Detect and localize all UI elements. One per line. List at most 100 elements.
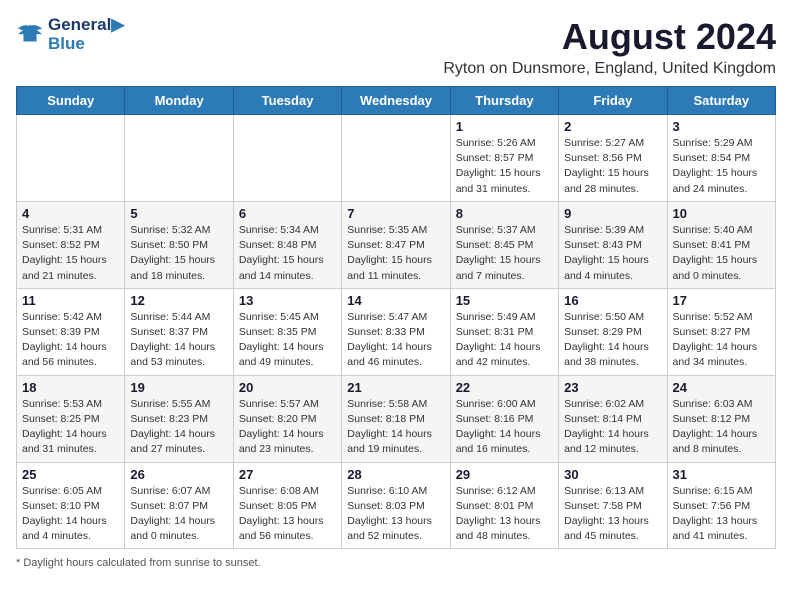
day-cell: 12 Sunrise: 5:44 AM Sunset: 8:37 PM Dayli…	[125, 288, 233, 375]
calendar-header-row: SundayMondayTuesdayWednesdayThursdayFrid…	[17, 87, 776, 115]
day-info: Sunrise: 5:45 AM Sunset: 8:35 PM Dayligh…	[239, 310, 336, 371]
day-cell	[342, 115, 450, 202]
day-info: Sunrise: 5:52 AM Sunset: 8:27 PM Dayligh…	[673, 310, 770, 371]
col-header-friday: Friday	[559, 87, 667, 115]
day-info: Sunrise: 6:07 AM Sunset: 8:07 PM Dayligh…	[130, 484, 227, 545]
col-header-saturday: Saturday	[667, 87, 775, 115]
day-info: Sunrise: 5:49 AM Sunset: 8:31 PM Dayligh…	[456, 310, 553, 371]
day-info: Sunrise: 6:13 AM Sunset: 7:58 PM Dayligh…	[564, 484, 661, 545]
header: General▶ Blue August 2024 Ryton on Dunsm…	[16, 16, 776, 78]
day-number: 24	[673, 380, 770, 395]
title-block: August 2024 Ryton on Dunsmore, England, …	[443, 16, 776, 78]
day-number: 5	[130, 206, 227, 221]
day-number: 27	[239, 467, 336, 482]
day-cell: 25 Sunrise: 6:05 AM Sunset: 8:10 PM Dayli…	[17, 462, 125, 549]
day-cell: 8Sunrise: 5:37 AM Sunset: 8:45 PM Daylig…	[450, 201, 558, 288]
day-info: Sunrise: 6:03 AM Sunset: 8:12 PM Dayligh…	[673, 397, 770, 458]
day-cell: 7Sunrise: 5:35 AM Sunset: 8:47 PM Daylig…	[342, 201, 450, 288]
day-cell: 18 Sunrise: 5:53 AM Sunset: 8:25 PM Dayli…	[17, 375, 125, 462]
day-cell: 10 Sunrise: 5:40 AM Sunset: 8:41 PM Dayli…	[667, 201, 775, 288]
day-cell: 26Sunrise: 6:07 AM Sunset: 8:07 PM Dayli…	[125, 462, 233, 549]
day-number: 23	[564, 380, 661, 395]
day-cell: 14Sunrise: 5:47 AM Sunset: 8:33 PM Dayli…	[342, 288, 450, 375]
day-info: Sunrise: 5:31 AM Sunset: 8:52 PM Dayligh…	[22, 223, 119, 284]
day-cell: 20Sunrise: 5:57 AM Sunset: 8:20 PM Dayli…	[233, 375, 341, 462]
week-row-3: 11 Sunrise: 5:42 AM Sunset: 8:39 PM Dayli…	[17, 288, 776, 375]
day-number: 25	[22, 467, 119, 482]
day-cell: 28 Sunrise: 6:10 AM Sunset: 8:03 PM Dayli…	[342, 462, 450, 549]
col-header-monday: Monday	[125, 87, 233, 115]
logo-text: General▶ Blue	[48, 16, 124, 53]
day-info: Sunrise: 6:00 AM Sunset: 8:16 PM Dayligh…	[456, 397, 553, 458]
day-cell: 27 Sunrise: 6:08 AM Sunset: 8:05 PM Dayli…	[233, 462, 341, 549]
day-number: 13	[239, 293, 336, 308]
day-info: Sunrise: 6:10 AM Sunset: 8:03 PM Dayligh…	[347, 484, 444, 545]
day-number: 31	[673, 467, 770, 482]
day-info: Sunrise: 6:15 AM Sunset: 7:56 PM Dayligh…	[673, 484, 770, 545]
day-cell: 9Sunrise: 5:39 AM Sunset: 8:43 PM Daylig…	[559, 201, 667, 288]
day-number: 28	[347, 467, 444, 482]
day-info: Sunrise: 5:34 AM Sunset: 8:48 PM Dayligh…	[239, 223, 336, 284]
calendar-table: SundayMondayTuesdayWednesdayThursdayFrid…	[16, 86, 776, 549]
day-info: Sunrise: 6:05 AM Sunset: 8:10 PM Dayligh…	[22, 484, 119, 545]
day-cell: 16 Sunrise: 5:50 AM Sunset: 8:29 PM Dayli…	[559, 288, 667, 375]
day-cell: 23 Sunrise: 6:02 AM Sunset: 8:14 PM Dayli…	[559, 375, 667, 462]
day-info: Sunrise: 5:26 AM Sunset: 8:57 PM Dayligh…	[456, 136, 553, 197]
day-number: 10	[673, 206, 770, 221]
day-number: 1	[456, 119, 553, 134]
day-cell: 30Sunrise: 6:13 AM Sunset: 7:58 PM Dayli…	[559, 462, 667, 549]
week-row-4: 18 Sunrise: 5:53 AM Sunset: 8:25 PM Dayli…	[17, 375, 776, 462]
day-number: 4	[22, 206, 119, 221]
day-cell: 3 Sunrise: 5:29 AM Sunset: 8:54 PM Daylig…	[667, 115, 775, 202]
day-info: Sunrise: 5:27 AM Sunset: 8:56 PM Dayligh…	[564, 136, 661, 197]
day-info: Sunrise: 5:47 AM Sunset: 8:33 PM Dayligh…	[347, 310, 444, 371]
day-info: Sunrise: 5:35 AM Sunset: 8:47 PM Dayligh…	[347, 223, 444, 284]
day-cell: 1 Sunrise: 5:26 AM Sunset: 8:57 PM Daylig…	[450, 115, 558, 202]
day-info: Sunrise: 6:08 AM Sunset: 8:05 PM Dayligh…	[239, 484, 336, 545]
footer-note: * Daylight hours calculated from sunrise…	[16, 557, 776, 569]
day-cell: 13 Sunrise: 5:45 AM Sunset: 8:35 PM Dayli…	[233, 288, 341, 375]
day-info: Sunrise: 5:50 AM Sunset: 8:29 PM Dayligh…	[564, 310, 661, 371]
day-cell: 19 Sunrise: 5:55 AM Sunset: 8:23 PM Dayli…	[125, 375, 233, 462]
day-info: Sunrise: 5:40 AM Sunset: 8:41 PM Dayligh…	[673, 223, 770, 284]
footer-text: Daylight hours	[23, 557, 93, 569]
day-info: Sunrise: 6:02 AM Sunset: 8:14 PM Dayligh…	[564, 397, 661, 458]
day-cell: 24 Sunrise: 6:03 AM Sunset: 8:12 PM Dayli…	[667, 375, 775, 462]
day-info: Sunrise: 5:44 AM Sunset: 8:37 PM Dayligh…	[130, 310, 227, 371]
day-number: 18	[22, 380, 119, 395]
subtitle: Ryton on Dunsmore, England, United Kingd…	[443, 60, 776, 78]
day-info: Sunrise: 5:53 AM Sunset: 8:25 PM Dayligh…	[22, 397, 119, 458]
day-cell: 17 Sunrise: 5:52 AM Sunset: 8:27 PM Dayli…	[667, 288, 775, 375]
day-number: 6	[239, 206, 336, 221]
day-number: 19	[130, 380, 227, 395]
day-cell: 11 Sunrise: 5:42 AM Sunset: 8:39 PM Dayli…	[17, 288, 125, 375]
day-number: 12	[130, 293, 227, 308]
day-info: Sunrise: 5:42 AM Sunset: 8:39 PM Dayligh…	[22, 310, 119, 371]
day-number: 17	[673, 293, 770, 308]
day-number: 15	[456, 293, 553, 308]
logo: General▶ Blue	[16, 16, 124, 53]
day-number: 20	[239, 380, 336, 395]
col-header-sunday: Sunday	[17, 87, 125, 115]
day-number: 9	[564, 206, 661, 221]
day-number: 11	[22, 293, 119, 308]
day-cell: 2 Sunrise: 5:27 AM Sunset: 8:56 PM Daylig…	[559, 115, 667, 202]
day-cell: 22 Sunrise: 6:00 AM Sunset: 8:16 PM Dayli…	[450, 375, 558, 462]
day-number: 16	[564, 293, 661, 308]
day-number: 2	[564, 119, 661, 134]
day-cell: 29Sunrise: 6:12 AM Sunset: 8:01 PM Dayli…	[450, 462, 558, 549]
day-number: 22	[456, 380, 553, 395]
col-header-wednesday: Wednesday	[342, 87, 450, 115]
day-info: Sunrise: 5:58 AM Sunset: 8:18 PM Dayligh…	[347, 397, 444, 458]
day-cell	[233, 115, 341, 202]
day-info: Sunrise: 6:12 AM Sunset: 8:01 PM Dayligh…	[456, 484, 553, 545]
day-info: Sunrise: 5:29 AM Sunset: 8:54 PM Dayligh…	[673, 136, 770, 197]
day-cell: 4 Sunrise: 5:31 AM Sunset: 8:52 PM Daylig…	[17, 201, 125, 288]
week-row-2: 4 Sunrise: 5:31 AM Sunset: 8:52 PM Daylig…	[17, 201, 776, 288]
day-cell: 15 Sunrise: 5:49 AM Sunset: 8:31 PM Dayli…	[450, 288, 558, 375]
day-info: Sunrise: 5:37 AM Sunset: 8:45 PM Dayligh…	[456, 223, 553, 284]
day-number: 3	[673, 119, 770, 134]
day-info: Sunrise: 5:55 AM Sunset: 8:23 PM Dayligh…	[130, 397, 227, 458]
logo-icon	[16, 21, 44, 49]
week-row-1: 1 Sunrise: 5:26 AM Sunset: 8:57 PM Daylig…	[17, 115, 776, 202]
